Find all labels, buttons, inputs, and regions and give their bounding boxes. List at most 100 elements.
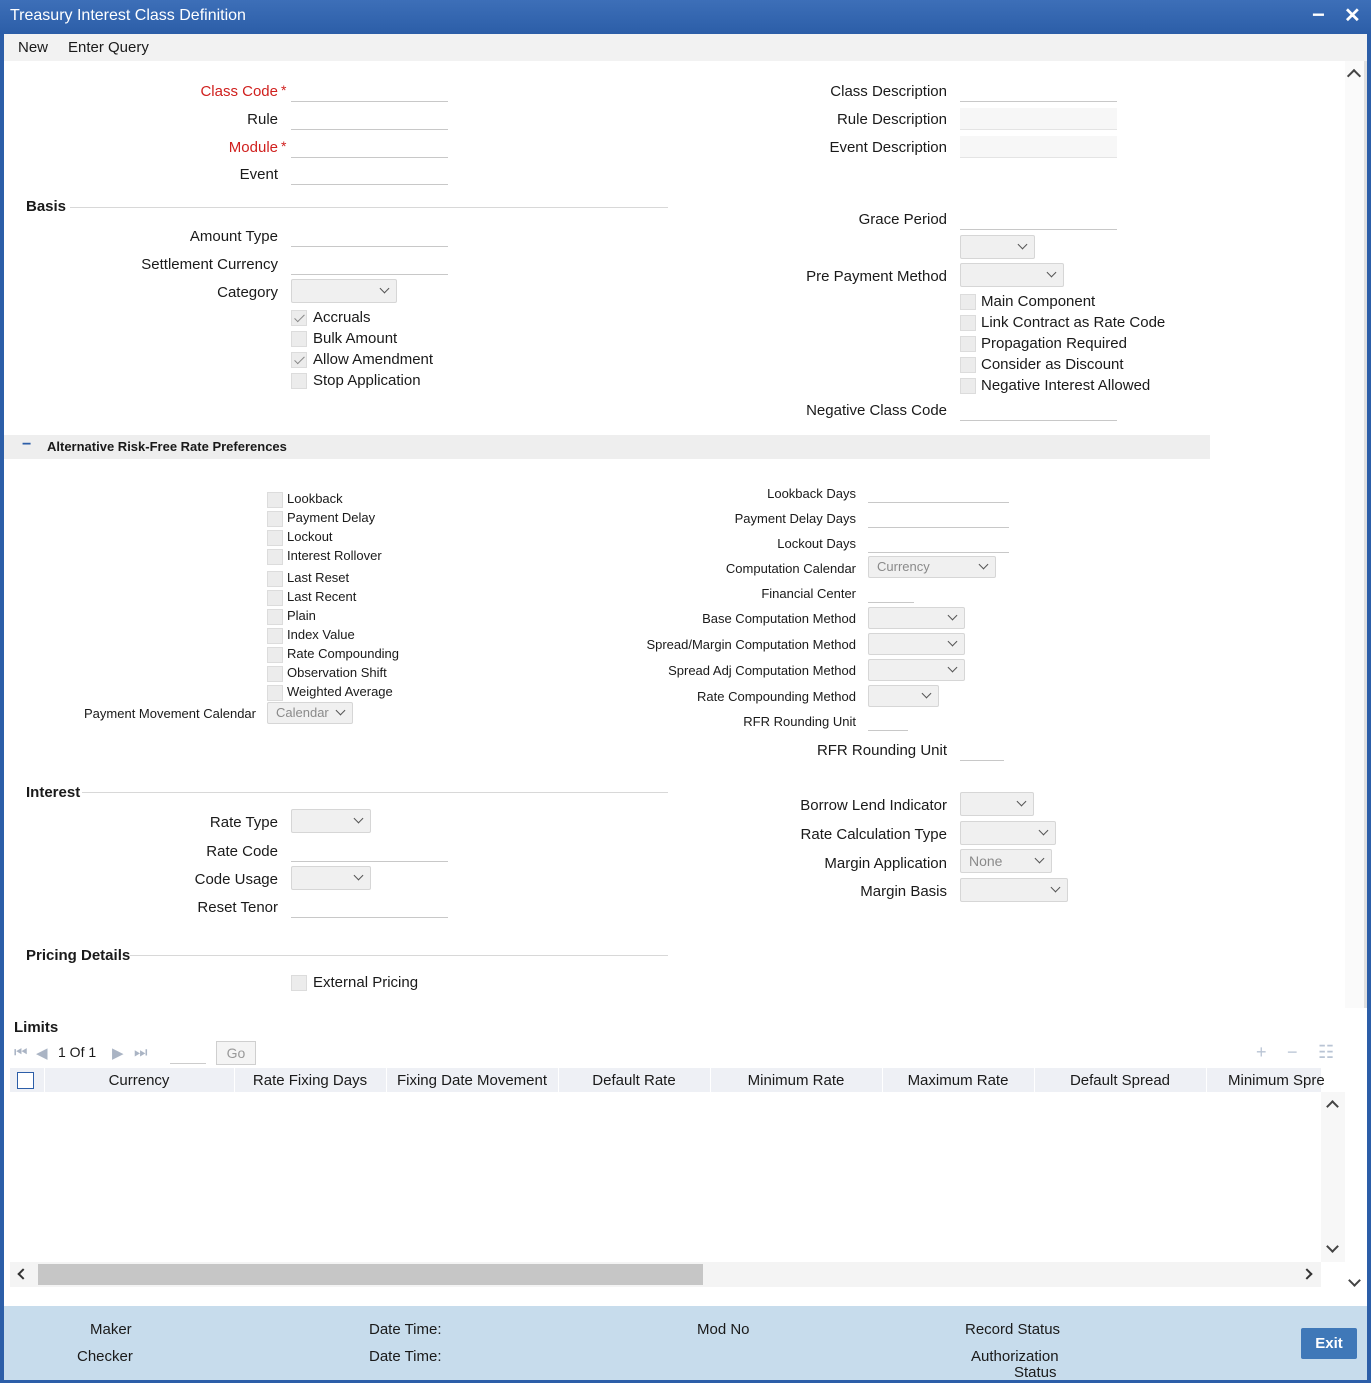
lockout-checkbox[interactable]	[267, 530, 283, 546]
rate-type-select[interactable]	[291, 809, 371, 833]
last-page-icon[interactable]: ⏭	[134, 1044, 148, 1061]
reset-tenor-input[interactable]	[291, 896, 448, 918]
main-component-checkbox[interactable]	[960, 294, 976, 310]
borrow-lend-indicator-select[interactable]	[960, 792, 1034, 816]
column-header-maximum-rate[interactable]: Maximum Rate	[882, 1072, 1034, 1089]
scroll-up-icon[interactable]	[1326, 1100, 1339, 1113]
column-header-fixing-date-movement[interactable]: Fixing Date Movement	[386, 1072, 558, 1089]
spread-margin-method-select[interactable]	[868, 633, 965, 655]
rate-code-input[interactable]	[291, 840, 448, 862]
interest-divider	[82, 792, 668, 793]
index-value-checkbox[interactable]	[267, 628, 283, 644]
scroll-left-icon[interactable]	[17, 1268, 29, 1280]
exit-button[interactable]: Exit	[1301, 1328, 1357, 1359]
class-code-input[interactable]	[291, 80, 448, 102]
negative-class-code-input[interactable]	[960, 399, 1117, 421]
bulk-amount-checkbox[interactable]	[291, 331, 307, 347]
event-input[interactable]	[291, 163, 448, 185]
pre-payment-method-select[interactable]	[960, 263, 1064, 287]
rfr-rounding-unit-2-input[interactable]	[960, 739, 1004, 761]
column-header-default-spread[interactable]: Default Spread	[1034, 1072, 1206, 1089]
payment-movement-calendar-select[interactable]: Calendar	[267, 702, 353, 724]
link-contract-checkbox[interactable]	[960, 315, 976, 331]
spread-adj-method-select[interactable]	[868, 659, 965, 681]
collapse-icon[interactable]: −	[22, 436, 31, 454]
scrollbar-thumb[interactable]	[38, 1264, 703, 1285]
record-status-label: Record Status	[965, 1321, 1061, 1338]
allow-amendment-checkbox[interactable]	[291, 352, 307, 368]
code-usage-select[interactable]	[291, 866, 371, 890]
menu-new[interactable]: New	[18, 39, 48, 56]
column-header-currency[interactable]: Currency	[44, 1072, 234, 1089]
event-label: Event	[239, 166, 278, 183]
menu-enter-query[interactable]: Enter Query	[68, 39, 149, 56]
payment-delay-checkbox[interactable]	[267, 511, 283, 527]
financial-center-input[interactable]	[868, 582, 914, 603]
lookback-days-input[interactable]	[868, 482, 1009, 503]
rule-input[interactable]	[291, 108, 448, 130]
consider-discount-checkbox[interactable]	[960, 357, 976, 373]
external-pricing-checkbox[interactable]	[291, 975, 307, 991]
negative-interest-checkbox[interactable]	[960, 378, 976, 394]
first-page-icon[interactable]: ⏮	[14, 1044, 28, 1061]
last-recent-checkbox[interactable]	[267, 590, 283, 606]
rfr-rounding-unit-input[interactable]	[868, 710, 908, 731]
delete-row-icon[interactable]: −	[1287, 1042, 1298, 1063]
scrollbar-thumb[interactable]	[1364, 61, 1367, 1008]
module-label: Module	[228, 139, 278, 156]
class-description-input[interactable]	[960, 80, 1117, 102]
chevron-down-icon	[1038, 825, 1049, 836]
add-row-icon[interactable]: +	[1256, 1042, 1267, 1063]
spread-adj-method-label: Spread Adj Computation Method	[668, 663, 856, 678]
main-vertical-scrollbar[interactable]	[1345, 61, 1367, 1008]
margin-basis-select[interactable]	[960, 878, 1068, 902]
chevron-down-icon	[947, 610, 958, 621]
category-select[interactable]	[291, 279, 397, 303]
select-all-checkbox[interactable]	[17, 1072, 34, 1089]
interest-rollover-checkbox[interactable]	[267, 549, 283, 565]
next-page-icon[interactable]: ▶	[112, 1044, 124, 1062]
rate-compounding-checkbox[interactable]	[267, 647, 283, 663]
last-reset-checkbox[interactable]	[267, 571, 283, 587]
close-icon[interactable]: ✕	[1344, 3, 1361, 28]
margin-application-value: None	[969, 853, 1003, 869]
scroll-down-icon[interactable]	[1326, 1240, 1339, 1253]
observation-shift-checkbox[interactable]	[267, 666, 283, 682]
column-header-default-rate[interactable]: Default Rate	[558, 1072, 710, 1089]
grid-vertical-scrollbar[interactable]	[1321, 1092, 1345, 1262]
grid-settings-icon[interactable]: ☷	[1318, 1042, 1334, 1063]
page-number-input[interactable]	[170, 1042, 206, 1064]
scroll-down-icon[interactable]	[1348, 1274, 1361, 1287]
rule-label: Rule	[247, 111, 278, 128]
rfr-section-header[interactable]: − Alternative Risk-Free Rate Preferences	[4, 435, 1210, 459]
module-input[interactable]	[291, 136, 448, 158]
column-header-rate-fixing-days[interactable]: Rate Fixing Days	[234, 1072, 386, 1089]
margin-application-select[interactable]: None	[960, 849, 1052, 873]
stop-application-checkbox[interactable]	[291, 373, 307, 389]
scroll-right-icon[interactable]	[1301, 1268, 1313, 1280]
plain-checkbox[interactable]	[267, 609, 283, 625]
rate-compounding-method-select[interactable]	[868, 685, 939, 707]
margin-basis-label: Margin Basis	[860, 883, 947, 900]
prev-page-icon[interactable]: ◀	[36, 1044, 48, 1062]
amount-type-input[interactable]	[291, 225, 448, 247]
weighted-average-checkbox[interactable]	[267, 685, 283, 701]
minimize-icon[interactable]: −	[1312, 2, 1325, 28]
lookback-checkbox[interactable]	[267, 492, 283, 508]
grid-horizontal-scrollbar[interactable]	[10, 1262, 1321, 1287]
base-computation-method-select[interactable]	[868, 607, 965, 629]
grace-period-unit-select[interactable]	[960, 235, 1035, 259]
scroll-up-icon[interactable]	[1346, 68, 1362, 84]
go-button[interactable]: Go	[216, 1041, 256, 1065]
class-code-label: Class Code	[200, 83, 278, 100]
column-header-minimum-spread[interactable]: Minimum Spre	[1228, 1072, 1325, 1089]
propagation-required-checkbox[interactable]	[960, 336, 976, 352]
grace-period-input[interactable]	[960, 208, 1117, 230]
rate-calculation-type-select[interactable]	[960, 821, 1056, 845]
lockout-days-input[interactable]	[868, 532, 1009, 553]
computation-calendar-select[interactable]: Currency	[868, 556, 996, 578]
accruals-checkbox[interactable]	[291, 310, 307, 326]
settlement-currency-input[interactable]	[291, 253, 448, 275]
column-header-minimum-rate[interactable]: Minimum Rate	[710, 1072, 882, 1089]
payment-delay-days-input[interactable]	[868, 507, 1009, 528]
